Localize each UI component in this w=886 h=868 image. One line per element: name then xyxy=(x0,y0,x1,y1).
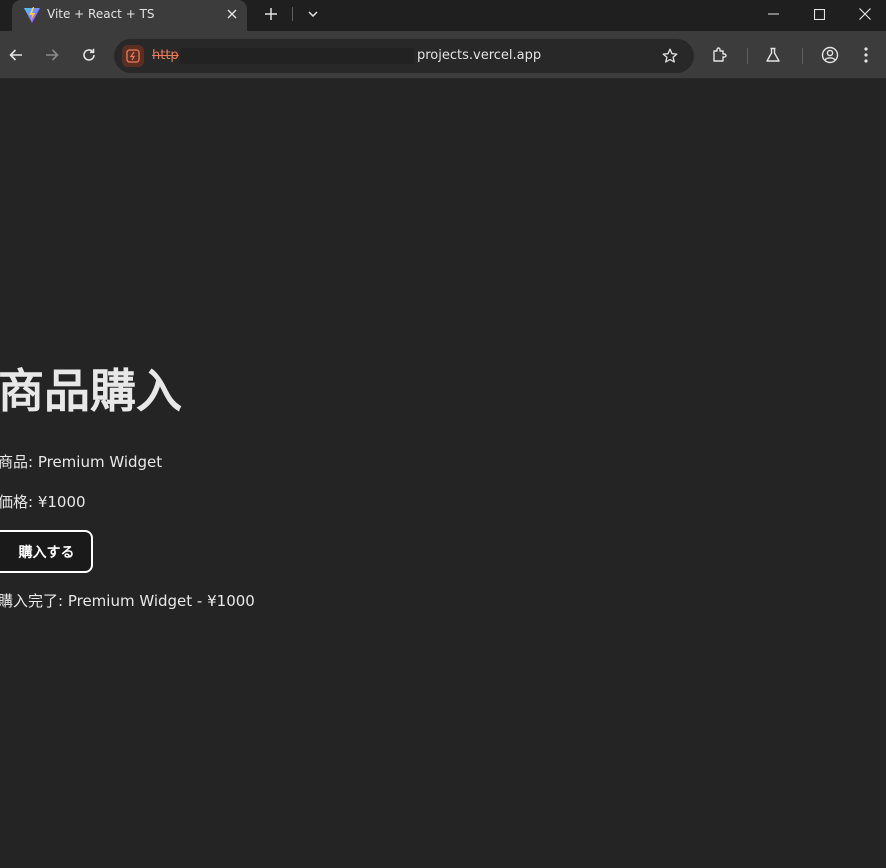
close-icon xyxy=(227,9,237,19)
reload-icon xyxy=(83,48,95,61)
tab-close-button[interactable] xyxy=(221,3,243,25)
purchase-status-message: 購入完了: Premium Widget - ¥1000 xyxy=(0,592,255,610)
star-icon xyxy=(662,48,678,63)
url-redacted-segment xyxy=(180,48,414,64)
kebab-menu-icon xyxy=(864,47,868,63)
browser-tab-active[interactable]: Vite + React + TS xyxy=(12,0,247,31)
page-content: 商品購入 商品: Premium Widget 価格: ¥1000 購入する 購… xyxy=(0,80,886,868)
arrow-right-icon xyxy=(46,49,59,61)
minimize-icon xyxy=(767,13,779,15)
extensions-button[interactable] xyxy=(708,43,732,67)
profile-button[interactable] xyxy=(818,43,842,67)
page-title: 商品購入 xyxy=(0,364,182,418)
url-host: projects.vercel.app xyxy=(417,48,542,63)
tab-divider xyxy=(292,7,293,21)
product-name: 商品: Premium Widget xyxy=(0,453,163,471)
plus-icon xyxy=(265,8,277,20)
labs-button[interactable] xyxy=(761,43,785,67)
site-info-button[interactable] xyxy=(122,45,144,67)
chevron-down-icon xyxy=(308,11,318,17)
address-bar[interactable]: http projects.vercel.app xyxy=(114,39,694,73)
forward-button[interactable] xyxy=(40,43,64,67)
account-icon xyxy=(821,46,839,64)
reload-button[interactable] xyxy=(77,43,101,67)
arrow-left-icon xyxy=(9,49,22,61)
puzzle-icon xyxy=(713,47,727,62)
window-close-button[interactable] xyxy=(842,0,886,28)
flask-icon xyxy=(766,47,780,62)
url-scheme: http xyxy=(152,48,179,63)
bookmark-button[interactable] xyxy=(658,44,682,68)
tab-strip: Vite + React + TS xyxy=(0,0,886,31)
browser-toolbar: http projects.vercel.app xyxy=(0,31,886,79)
close-icon xyxy=(859,8,871,20)
maximize-icon xyxy=(813,8,825,20)
back-button[interactable] xyxy=(4,43,28,67)
buy-button[interactable]: 購入する xyxy=(0,530,93,573)
tab-title: Vite + React + TS xyxy=(47,7,155,21)
product-price: 価格: ¥1000 xyxy=(0,493,86,511)
tab-search-button[interactable] xyxy=(301,2,325,26)
browser-menu-button[interactable] xyxy=(854,43,878,67)
vite-logo-icon xyxy=(23,6,41,24)
toolbar-divider xyxy=(802,48,803,64)
new-tab-button[interactable] xyxy=(259,2,283,26)
not-secure-icon xyxy=(126,49,140,63)
toolbar-divider xyxy=(747,48,748,64)
window-maximize-button[interactable] xyxy=(796,0,842,28)
window-minimize-button[interactable] xyxy=(750,0,796,28)
